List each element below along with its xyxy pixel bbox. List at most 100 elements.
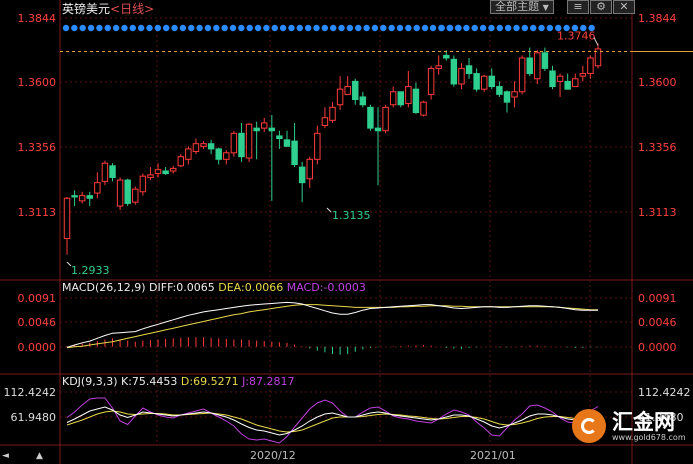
price-tick-left: 1.3356 (18, 141, 57, 154)
scroll-right-icon[interactable]: ▲ (36, 451, 43, 461)
candle-body (503, 91, 511, 103)
signal-dot (471, 24, 478, 32)
candle-body (473, 73, 480, 90)
signal-dot (429, 24, 437, 32)
signal-dot (288, 24, 295, 32)
candle-body (154, 169, 162, 175)
topic-menu-button[interactable]: 全部主题 ▼ (490, 0, 554, 14)
candle-body (564, 80, 571, 90)
candle-body (526, 57, 533, 75)
kdj-panel[interactable] (66, 397, 599, 444)
candle-body (382, 106, 389, 132)
candle-body (162, 170, 169, 175)
signal-dot (196, 24, 203, 32)
candle-body (185, 148, 192, 160)
topic-menu-label: 全部主题 (495, 0, 540, 13)
signal-dot (79, 24, 86, 32)
settings-button[interactable]: ⚙ (590, 0, 612, 14)
indicator-dots (62, 24, 595, 32)
list-icon: ≡ (573, 0, 583, 13)
signal-dot (146, 24, 153, 32)
macd-hist-value: MACD:-0.0003 (286, 281, 366, 294)
signal-dot (313, 24, 320, 32)
macd-tick-right: 0.0000 (638, 341, 677, 354)
signal-dot (71, 24, 78, 32)
period-label[interactable]: <日线> (110, 0, 154, 17)
price-tick-right: 1.3113 (638, 206, 677, 219)
candle-body (572, 78, 579, 88)
signal-dot (137, 24, 145, 32)
chart-canvas: 1.37461.29331.3135 1.3844 1.38441.3600 1.3… (0, 0, 693, 464)
candle-body (283, 139, 291, 147)
signal-dot (321, 24, 329, 32)
candle-body (124, 179, 131, 204)
signal-dot (438, 24, 445, 32)
scroll-left-icon[interactable]: ◄ (2, 451, 9, 461)
candle-body (321, 117, 329, 127)
signal-dot (62, 24, 70, 32)
candle-body (86, 195, 93, 199)
macd-tick-left: 0.0091 (18, 292, 57, 305)
signal-dot (338, 24, 345, 32)
signal-dot (129, 24, 136, 32)
price-tick-right: 1.3600 (638, 76, 677, 89)
candle-body (223, 152, 230, 160)
gear-icon: ⚙ (596, 0, 606, 13)
date-label-jan: 2021/01 (470, 449, 516, 462)
signal-dot (279, 24, 287, 32)
candle-body (427, 67, 435, 95)
candle-body (94, 182, 101, 194)
candle-body (200, 143, 207, 147)
candle-body (291, 140, 298, 165)
macd-dea-value: DEA:0.0066 (218, 281, 284, 294)
candle-body (534, 52, 541, 80)
candle-body (344, 86, 351, 95)
signal-dot (204, 24, 212, 32)
candle-body (450, 58, 458, 85)
date-label-dec: 2020/12 (250, 449, 296, 462)
signal-dot (104, 24, 111, 32)
signal-dot (121, 24, 128, 32)
signal-dot (87, 24, 95, 32)
candle-body (230, 132, 238, 154)
candlestick-series[interactable]: 1.3746 1.2933 1.3135 (60, 29, 693, 277)
candle-body (207, 143, 215, 150)
macd-tick-left: 0.0000 (18, 341, 57, 354)
candle-body (374, 127, 382, 132)
candle-body (329, 106, 336, 121)
candle-body (177, 156, 185, 167)
macd-dea-line (66, 304, 598, 349)
signal-dot (263, 24, 270, 32)
candle-body (215, 148, 222, 160)
signal-dot (546, 24, 554, 32)
candle-body (101, 162, 109, 182)
candle-body (298, 166, 306, 184)
candle-body (260, 122, 268, 129)
signal-dot (504, 24, 512, 32)
candle-body (116, 179, 124, 207)
signal-dot (163, 24, 170, 32)
local-low-pointer (326, 207, 332, 213)
signal-dot (246, 24, 253, 32)
candle-body (132, 188, 139, 203)
chevron-down-icon: ▼ (542, 3, 549, 12)
kdj-params: KDJ(9,3,3) (62, 375, 118, 388)
signal-dot (413, 24, 420, 32)
signal-dot (521, 24, 529, 32)
signal-dot (388, 24, 395, 32)
candle-body (245, 123, 253, 159)
candle-body (420, 101, 427, 116)
signal-dot (488, 24, 495, 32)
macd-diff-value: DIFF:0.0065 (149, 281, 215, 294)
list-view-button[interactable]: ≡ (567, 0, 589, 14)
candle-body (541, 52, 549, 69)
candle-body (518, 57, 526, 93)
kdj-d-value: D:69.5271 (180, 375, 239, 388)
candle-body (63, 197, 71, 240)
close-panel-button[interactable]: ✕ (613, 0, 635, 14)
signal-dot (380, 24, 387, 32)
signal-dot (304, 24, 312, 32)
candle-body (587, 57, 594, 75)
signal-dot (188, 24, 195, 32)
candle-body (458, 67, 465, 85)
